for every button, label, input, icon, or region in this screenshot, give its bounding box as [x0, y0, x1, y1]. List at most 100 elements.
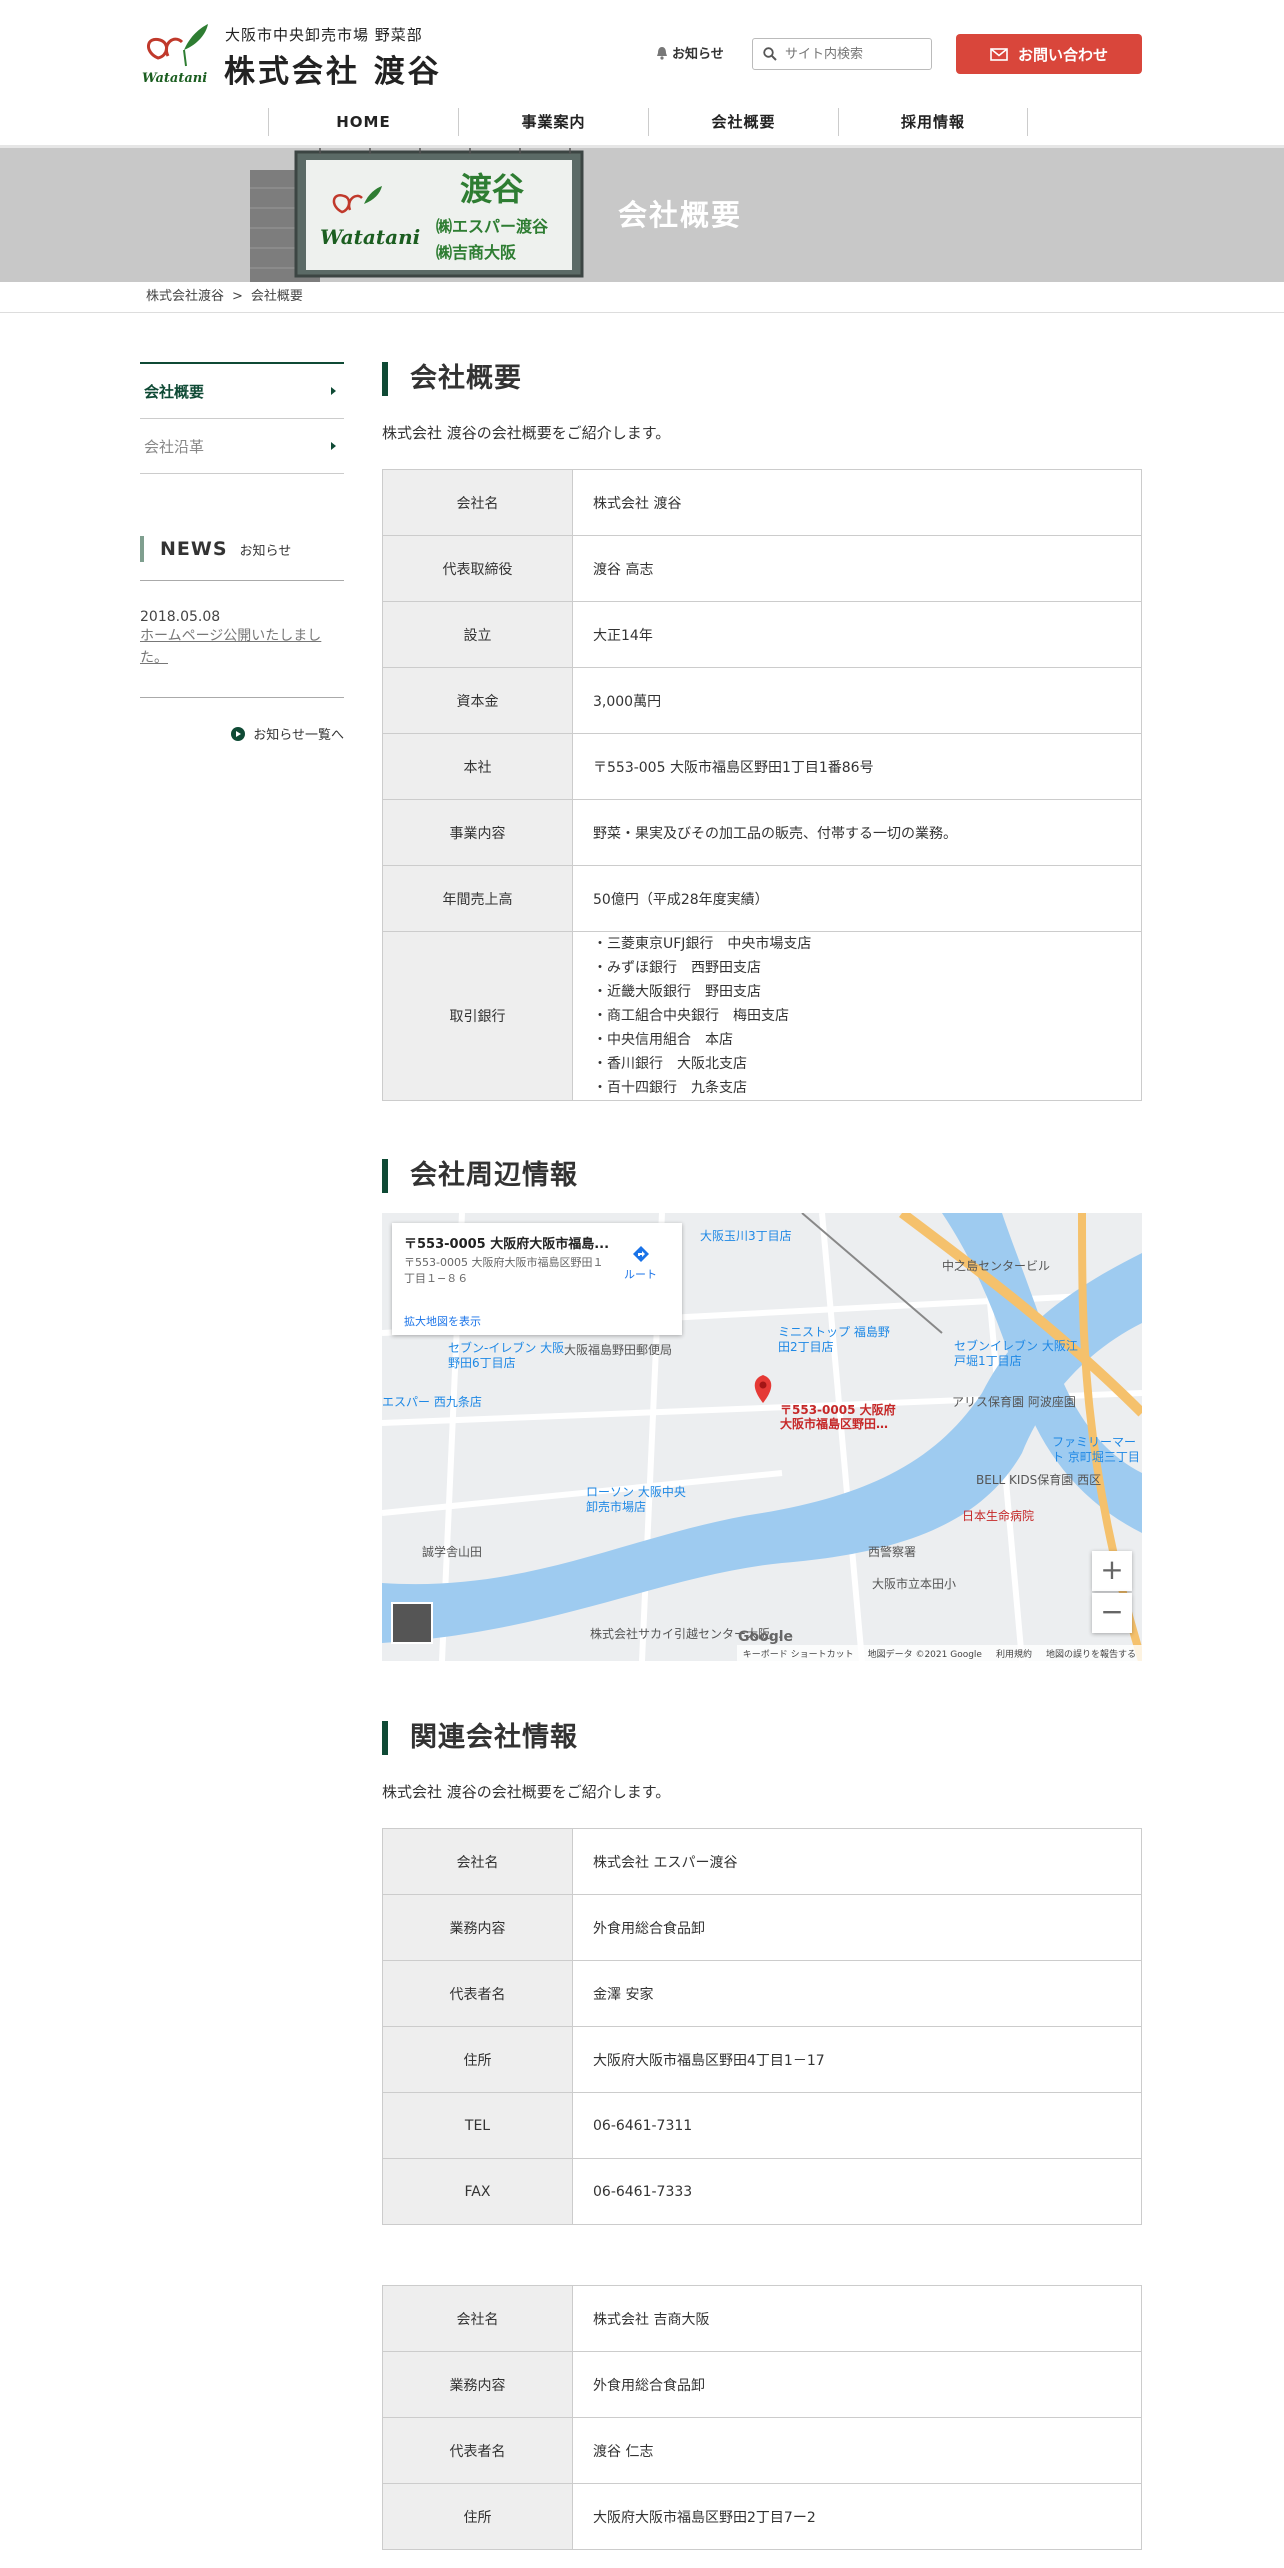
row-label: 取引銀行: [382, 931, 573, 1101]
contact-label: お問い合わせ: [1017, 45, 1108, 64]
row-value: 06-6461-7311: [572, 2092, 1142, 2159]
overview-title: 会社概要: [382, 362, 1142, 396]
table-row: 年間売上高 50億円（平成28年度実績）: [382, 865, 1142, 932]
bank-item: ・商工組合中央銀行 梅田支店: [593, 1008, 789, 1024]
row-label: 本社: [382, 733, 573, 800]
sidebar: 会社概要 会社沿革 NEWS お知らせ 2018.05.08 ホームページ公開い…: [140, 362, 344, 743]
triangle-right-icon: [331, 442, 336, 450]
site-logo[interactable]: Watatani 大阪市中央卸売市場 野菜部 株式会社 渡谷: [140, 20, 460, 90]
row-value: 野菜・果実及びその加工品の販売、付帯する一切の業務。: [572, 799, 1142, 866]
row-label: 代表取締役: [382, 535, 573, 602]
map-label: ミニストップ 福島野田2丁目店: [778, 1325, 890, 1354]
row-label: 代表者名: [382, 2417, 573, 2484]
row-label: 会社名: [382, 2285, 573, 2352]
breadcrumb-current: 会社概要: [250, 289, 303, 304]
row-value: 株式会社 エスパー渡谷: [572, 1828, 1142, 1895]
row-value: 大正14年: [572, 601, 1142, 668]
related-table-esper: 会社名 株式会社 エスパー渡谷 業務内容 外食用総合食品卸 代表者名 金澤 安家 住所…: [382, 1828, 1142, 2225]
related-table-yoshisho: 会社名 株式会社 吉商大阪 業務内容 外食用総合食品卸 代表者名 渡谷 仁志 住所 大阪…: [382, 2285, 1142, 2550]
site-header: Watatani 大阪市中央卸売市場 野菜部 株式会社 渡谷 お知らせ お問い合…: [0, 0, 1284, 148]
map-data-credit: 地図データ ©2021 Google: [867, 1649, 982, 1660]
map-label: ローソン 大阪中央卸売市場店: [586, 1485, 686, 1514]
hero-title: 会社概要: [617, 198, 742, 232]
news-heading: NEWS お知らせ: [140, 536, 344, 562]
sidebar-menu: 会社概要 会社沿革: [140, 362, 344, 474]
nav-business[interactable]: 事業案内: [458, 108, 648, 136]
row-value: 渡谷 仁志: [572, 2417, 1142, 2484]
overview-table: 会社名 株式会社 渡谷 代表取締役 渡谷 高志 設立 大正14年 資本金 3,000萬円…: [382, 469, 1142, 1101]
svg-text:㈱吉商大阪: ㈱吉商大阪: [436, 243, 517, 262]
map-info-card: 〒553-0005 大阪府大阪市福島... 〒553-0005 大阪府大阪市福島…: [392, 1223, 682, 1335]
map-route-button[interactable]: ルート: [624, 1245, 657, 1282]
map-label: 中之島センタービル: [942, 1259, 1051, 1273]
bank-item: ・百十四銀行 九条支店: [593, 1080, 747, 1096]
row-value: 3,000萬円: [572, 667, 1142, 734]
sidebar-news: NEWS お知らせ 2018.05.08 ホームページ公開いたしました。 お知ら…: [140, 536, 344, 743]
map-pin-label: 〒553-0005 大阪府大阪市福島区野田…: [780, 1403, 896, 1431]
map-terms-link[interactable]: 利用規約: [996, 1647, 1032, 1660]
search-input[interactable]: [785, 44, 925, 64]
map-zoom-in-button[interactable]: +: [1092, 1551, 1132, 1591]
news-all-link[interactable]: お知らせ一覧へ: [140, 724, 344, 743]
sidebar-item-label: 会社概要: [144, 382, 205, 401]
row-value: 株式会社 渡谷: [572, 469, 1142, 536]
row-label: 事業内容: [382, 799, 573, 866]
map-label: 大阪玉川3丁目店: [700, 1229, 792, 1243]
related-lead: 株式会社 渡谷の会社概要をご紹介します。: [382, 1783, 671, 1801]
row-value: 金澤 安家: [572, 1960, 1142, 2027]
directions-icon: [632, 1246, 649, 1262]
nav-home[interactable]: HOME: [268, 108, 458, 136]
area-title: 会社周辺情報: [382, 1159, 1142, 1193]
site-search[interactable]: [752, 38, 932, 70]
map-label: BELL KIDS保育園 西区: [976, 1473, 1102, 1487]
map-report-link[interactable]: 地図の誤りを報告する: [1046, 1647, 1136, 1660]
sidebar-item-overview[interactable]: 会社概要: [140, 364, 344, 419]
google-map[interactable]: 〒553-0005 大阪府大阪市福島区野田… 大阪玉川3丁目店 中之島センタービ…: [382, 1213, 1142, 1661]
map-zoom-out-button[interactable]: −: [1092, 1593, 1132, 1633]
sidebar-item-label: 会社沿革: [144, 437, 205, 456]
row-label: FAX: [382, 2158, 573, 2225]
header-news-link[interactable]: お知らせ: [656, 43, 724, 62]
table-row: 設立 大正14年: [382, 601, 1142, 668]
table-row: 会社名 株式会社 吉商大阪: [382, 2285, 1142, 2352]
row-label: 設立: [382, 601, 573, 668]
bank-item: ・香川銀行 大阪北支店: [593, 1056, 747, 1072]
contact-button[interactable]: お問い合わせ: [956, 34, 1142, 74]
bank-item: ・みずほ銀行 西野田支店: [593, 960, 761, 976]
map-card-address: 〒553-0005 大阪府大阪市福島区野田１丁目１−８６: [404, 1256, 604, 1285]
nav-recruit[interactable]: 採用情報: [838, 108, 1028, 136]
bank-item: ・三菱東京UFJ銀行 中央市場支店: [593, 936, 812, 952]
map-label: 日本生命病院: [962, 1509, 1035, 1523]
news-link[interactable]: ホームページ公開いたしました。: [140, 628, 321, 666]
news-all-label: お知らせ一覧へ: [253, 728, 344, 743]
bell-icon: [657, 46, 667, 60]
bank-list: ・三菱東京UFJ銀行 中央市場支店 ・みずほ銀行 西野田支店 ・近畿大阪銀行 野…: [572, 931, 1142, 1101]
overview-lead: 株式会社 渡谷の会社概要をご紹介します。: [382, 424, 671, 442]
news-item: 2018.05.08 ホームページ公開いたしました。: [140, 581, 344, 698]
map-enlarge-link[interactable]: 拡大地図を表示: [404, 1313, 481, 1329]
nav-company[interactable]: 会社概要: [648, 108, 838, 136]
breadcrumb-home[interactable]: 株式会社渡谷: [146, 289, 232, 304]
breadcrumb-separator: >: [232, 289, 243, 304]
news-subtitle: お知らせ: [239, 543, 292, 559]
row-label: 会社名: [382, 469, 573, 536]
row-label: 代表者名: [382, 1960, 573, 2027]
row-value: 株式会社 吉商大阪: [572, 2285, 1142, 2352]
search-icon: [763, 47, 777, 61]
row-label: 会社名: [382, 1828, 573, 1895]
table-row: 代表取締役 渡谷 高志: [382, 535, 1142, 602]
map-label: ファミリーマート 京町堀三丁目: [1052, 1435, 1140, 1464]
table-row: 業務内容 外食用総合食品卸: [382, 2351, 1142, 2418]
map-shortcuts-link[interactable]: キーボード ショートカット: [743, 1647, 854, 1660]
bank-item: ・中央信用組合 本店: [593, 1032, 733, 1048]
table-row: 業務内容 外食用総合食品卸: [382, 1894, 1142, 1961]
row-value: 06-6461-7333: [572, 2158, 1142, 2225]
map-label: 西警察署: [868, 1545, 917, 1559]
map-label: セブンイレブン 大阪江戸堀1丁目店: [954, 1339, 1078, 1368]
row-label: 業務内容: [382, 1894, 573, 1961]
row-value: 大阪府大阪市福島区野田4丁目1－17: [572, 2026, 1142, 2093]
map-label: アリス保育園 阿波座園: [952, 1395, 1076, 1409]
map-label: セブン-イレブン 大阪野田6丁目店: [448, 1341, 565, 1370]
page-hero: Watatani 渡谷 ㈱エスパー渡谷 ㈱吉商大阪 会社概要: [0, 148, 1284, 282]
sidebar-item-history[interactable]: 会社沿革: [140, 419, 344, 474]
